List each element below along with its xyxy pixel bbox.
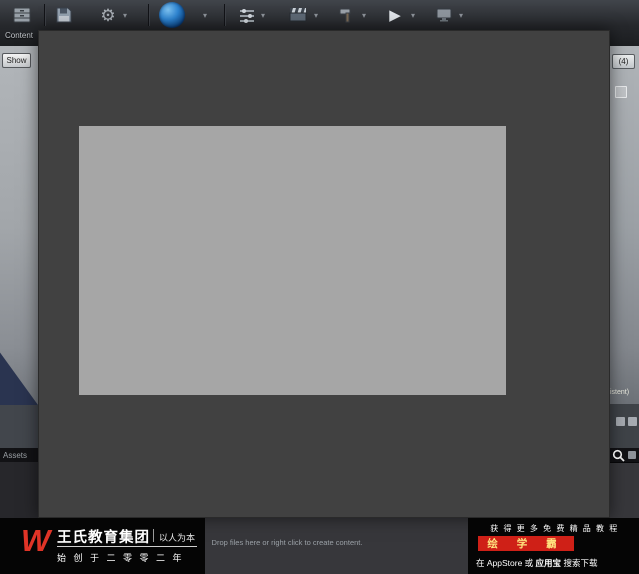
details-icon[interactable]	[628, 417, 637, 426]
banner-left-block: W 王氏教育集团 以人为本 始 创 于 二 零 零 二 年	[0, 518, 205, 574]
banner-right-block: 获 得 更 多 免 费 精 品 教 程 绘 学 霸 在 AppStore 或 应…	[468, 518, 639, 574]
settings-caret-icon[interactable]: ▾	[258, 11, 268, 20]
assets-header-label: Assets	[3, 451, 28, 460]
viewport-geometry-wedge	[0, 352, 38, 405]
banner-rule	[57, 546, 197, 547]
show-button-label: Show	[6, 56, 27, 65]
cinematics-caret-icon[interactable]: ▾	[311, 11, 321, 20]
build-caret-icon[interactable]: ▾	[359, 11, 369, 20]
company-name: 王氏教育集团	[57, 530, 150, 546]
overlay-panel	[38, 30, 610, 518]
search-icon	[612, 449, 625, 462]
hammer-icon	[339, 8, 351, 23]
company-slogan: 以人为本	[159, 533, 196, 543]
view-options-icon[interactable]	[628, 451, 636, 459]
brand-badge: 绘 学 霸	[478, 536, 574, 551]
launch-caret-icon[interactable]: ▾	[456, 11, 466, 20]
viewport-right-sliver: (4) istent)	[610, 46, 639, 448]
clapperboard-icon	[289, 8, 307, 22]
play-icon: ▶	[389, 6, 401, 24]
launch-device-icon	[436, 8, 452, 22]
show-button[interactable]: Show	[2, 53, 31, 68]
toolbar-separator	[44, 4, 45, 26]
level-name-partial-label: istent)	[610, 389, 630, 396]
launch-button[interactable]	[430, 1, 458, 29]
drop-files-hint: Drop files here or right click to create…	[211, 538, 363, 547]
content-browser-icon	[13, 7, 31, 23]
gear-icon: ⚙	[100, 5, 116, 25]
company-founded-text: 始 创 于 二 零 零 二 年	[57, 553, 185, 563]
viewport-bottom-strip	[0, 405, 38, 448]
content-browser-label: Content	[5, 31, 34, 40]
panel-toggle-icon[interactable]	[615, 86, 627, 98]
viewport-count-badge[interactable]: (4)	[612, 54, 635, 69]
settings-button[interactable]	[233, 1, 261, 29]
cinematics-button[interactable]	[284, 1, 312, 29]
content-browser-sources-panel[interactable]	[0, 462, 38, 518]
save-icon	[56, 7, 72, 23]
toolbar-separator	[148, 4, 149, 26]
content-browser-button[interactable]	[8, 1, 36, 29]
build-button[interactable]	[333, 1, 361, 29]
right-panel-strip	[610, 404, 639, 448]
settings-sliders-icon	[240, 9, 254, 23]
search-button[interactable]	[611, 448, 626, 463]
unreal-editor-window: Content ⚙ ▾ ▾ ▾ ▾ ▾ ▶ ▾ ▾ Show (4) isten…	[0, 0, 639, 574]
viewport-left-sliver: Show	[0, 46, 38, 448]
brand-name: 绘 学 霸	[487, 538, 565, 550]
play-caret-icon[interactable]: ▾	[408, 11, 418, 20]
promo-line2: 在 AppStore 或 应用宝 搜索下载	[476, 557, 597, 569]
banner-divider	[153, 529, 154, 542]
promo-line2-prefix: 在 AppStore 或	[476, 558, 534, 568]
overlay-image-placeholder	[79, 126, 506, 395]
company-logo: W	[21, 523, 51, 558]
toolbar-separator	[224, 4, 225, 26]
layers-icon[interactable]	[616, 417, 625, 426]
promo-line2-suffix: 搜索下载	[563, 558, 598, 568]
promo-line1: 获 得 更 多 免 费 精 品 教 程	[490, 524, 619, 533]
marketplace-globe-icon	[159, 2, 185, 28]
source-control-caret-icon[interactable]: ▾	[120, 11, 130, 20]
play-button[interactable]: ▶	[381, 1, 409, 29]
source-control-button[interactable]: ⚙	[94, 1, 122, 29]
save-button[interactable]	[50, 1, 78, 29]
marketplace-button[interactable]	[158, 1, 186, 29]
promo-line2-app: 应用宝	[535, 558, 562, 568]
viewport-count-label: (4)	[618, 57, 629, 66]
marketplace-caret-icon[interactable]: ▾	[200, 11, 210, 20]
